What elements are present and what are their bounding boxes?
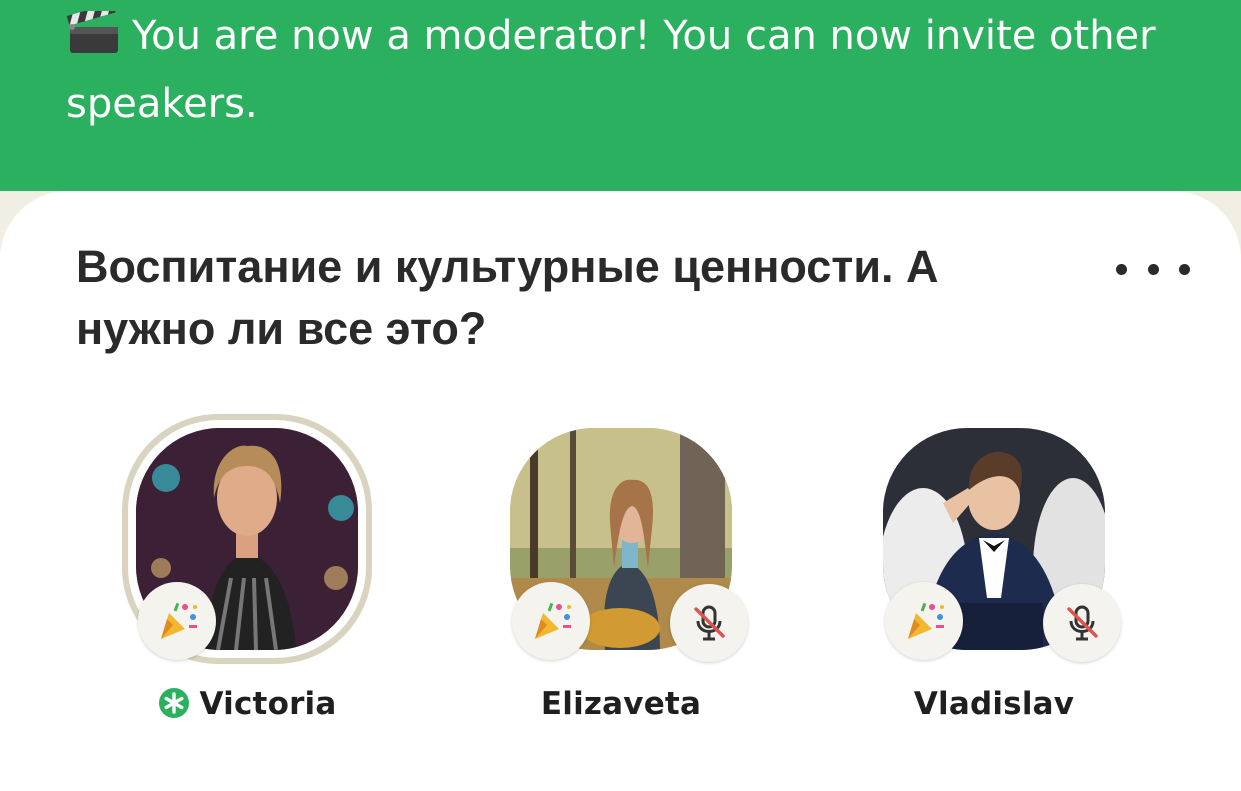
clapperboard-icon bbox=[66, 11, 118, 53]
speaker-name: Vladislav bbox=[913, 686, 1075, 722]
speaker-name: Elizaveta bbox=[540, 686, 702, 722]
speaker-elizaveta[interactable]: Elizaveta bbox=[496, 414, 748, 734]
speaker-vladislav[interactable]: Vladislav bbox=[869, 414, 1121, 734]
party-popper-icon bbox=[908, 602, 944, 639]
muted-badge bbox=[1043, 584, 1121, 662]
party-popper-badge bbox=[512, 582, 590, 660]
party-popper-badge bbox=[885, 582, 963, 660]
party-popper-badge bbox=[138, 582, 216, 660]
speaker-name: Victoria bbox=[199, 686, 337, 722]
mic-muted-icon bbox=[694, 605, 725, 641]
party-popper-icon bbox=[161, 602, 197, 639]
mic-muted-icon bbox=[1067, 605, 1098, 641]
more-horizontal-icon bbox=[1116, 263, 1127, 275]
moderator-banner: You are now a moderator! You can now inv… bbox=[0, 0, 1241, 191]
moderator-icon bbox=[158, 688, 189, 718]
room-title: Воспитание и культурные ценности. А нужн… bbox=[76, 241, 939, 354]
banner-message: You are now a moderator! You can now inv… bbox=[66, 13, 1156, 127]
muted-badge bbox=[670, 584, 748, 662]
speaker-victoria[interactable]: Victoria bbox=[122, 414, 372, 734]
party-popper-icon bbox=[535, 602, 571, 639]
more-options-button[interactable] bbox=[1116, 254, 1190, 284]
